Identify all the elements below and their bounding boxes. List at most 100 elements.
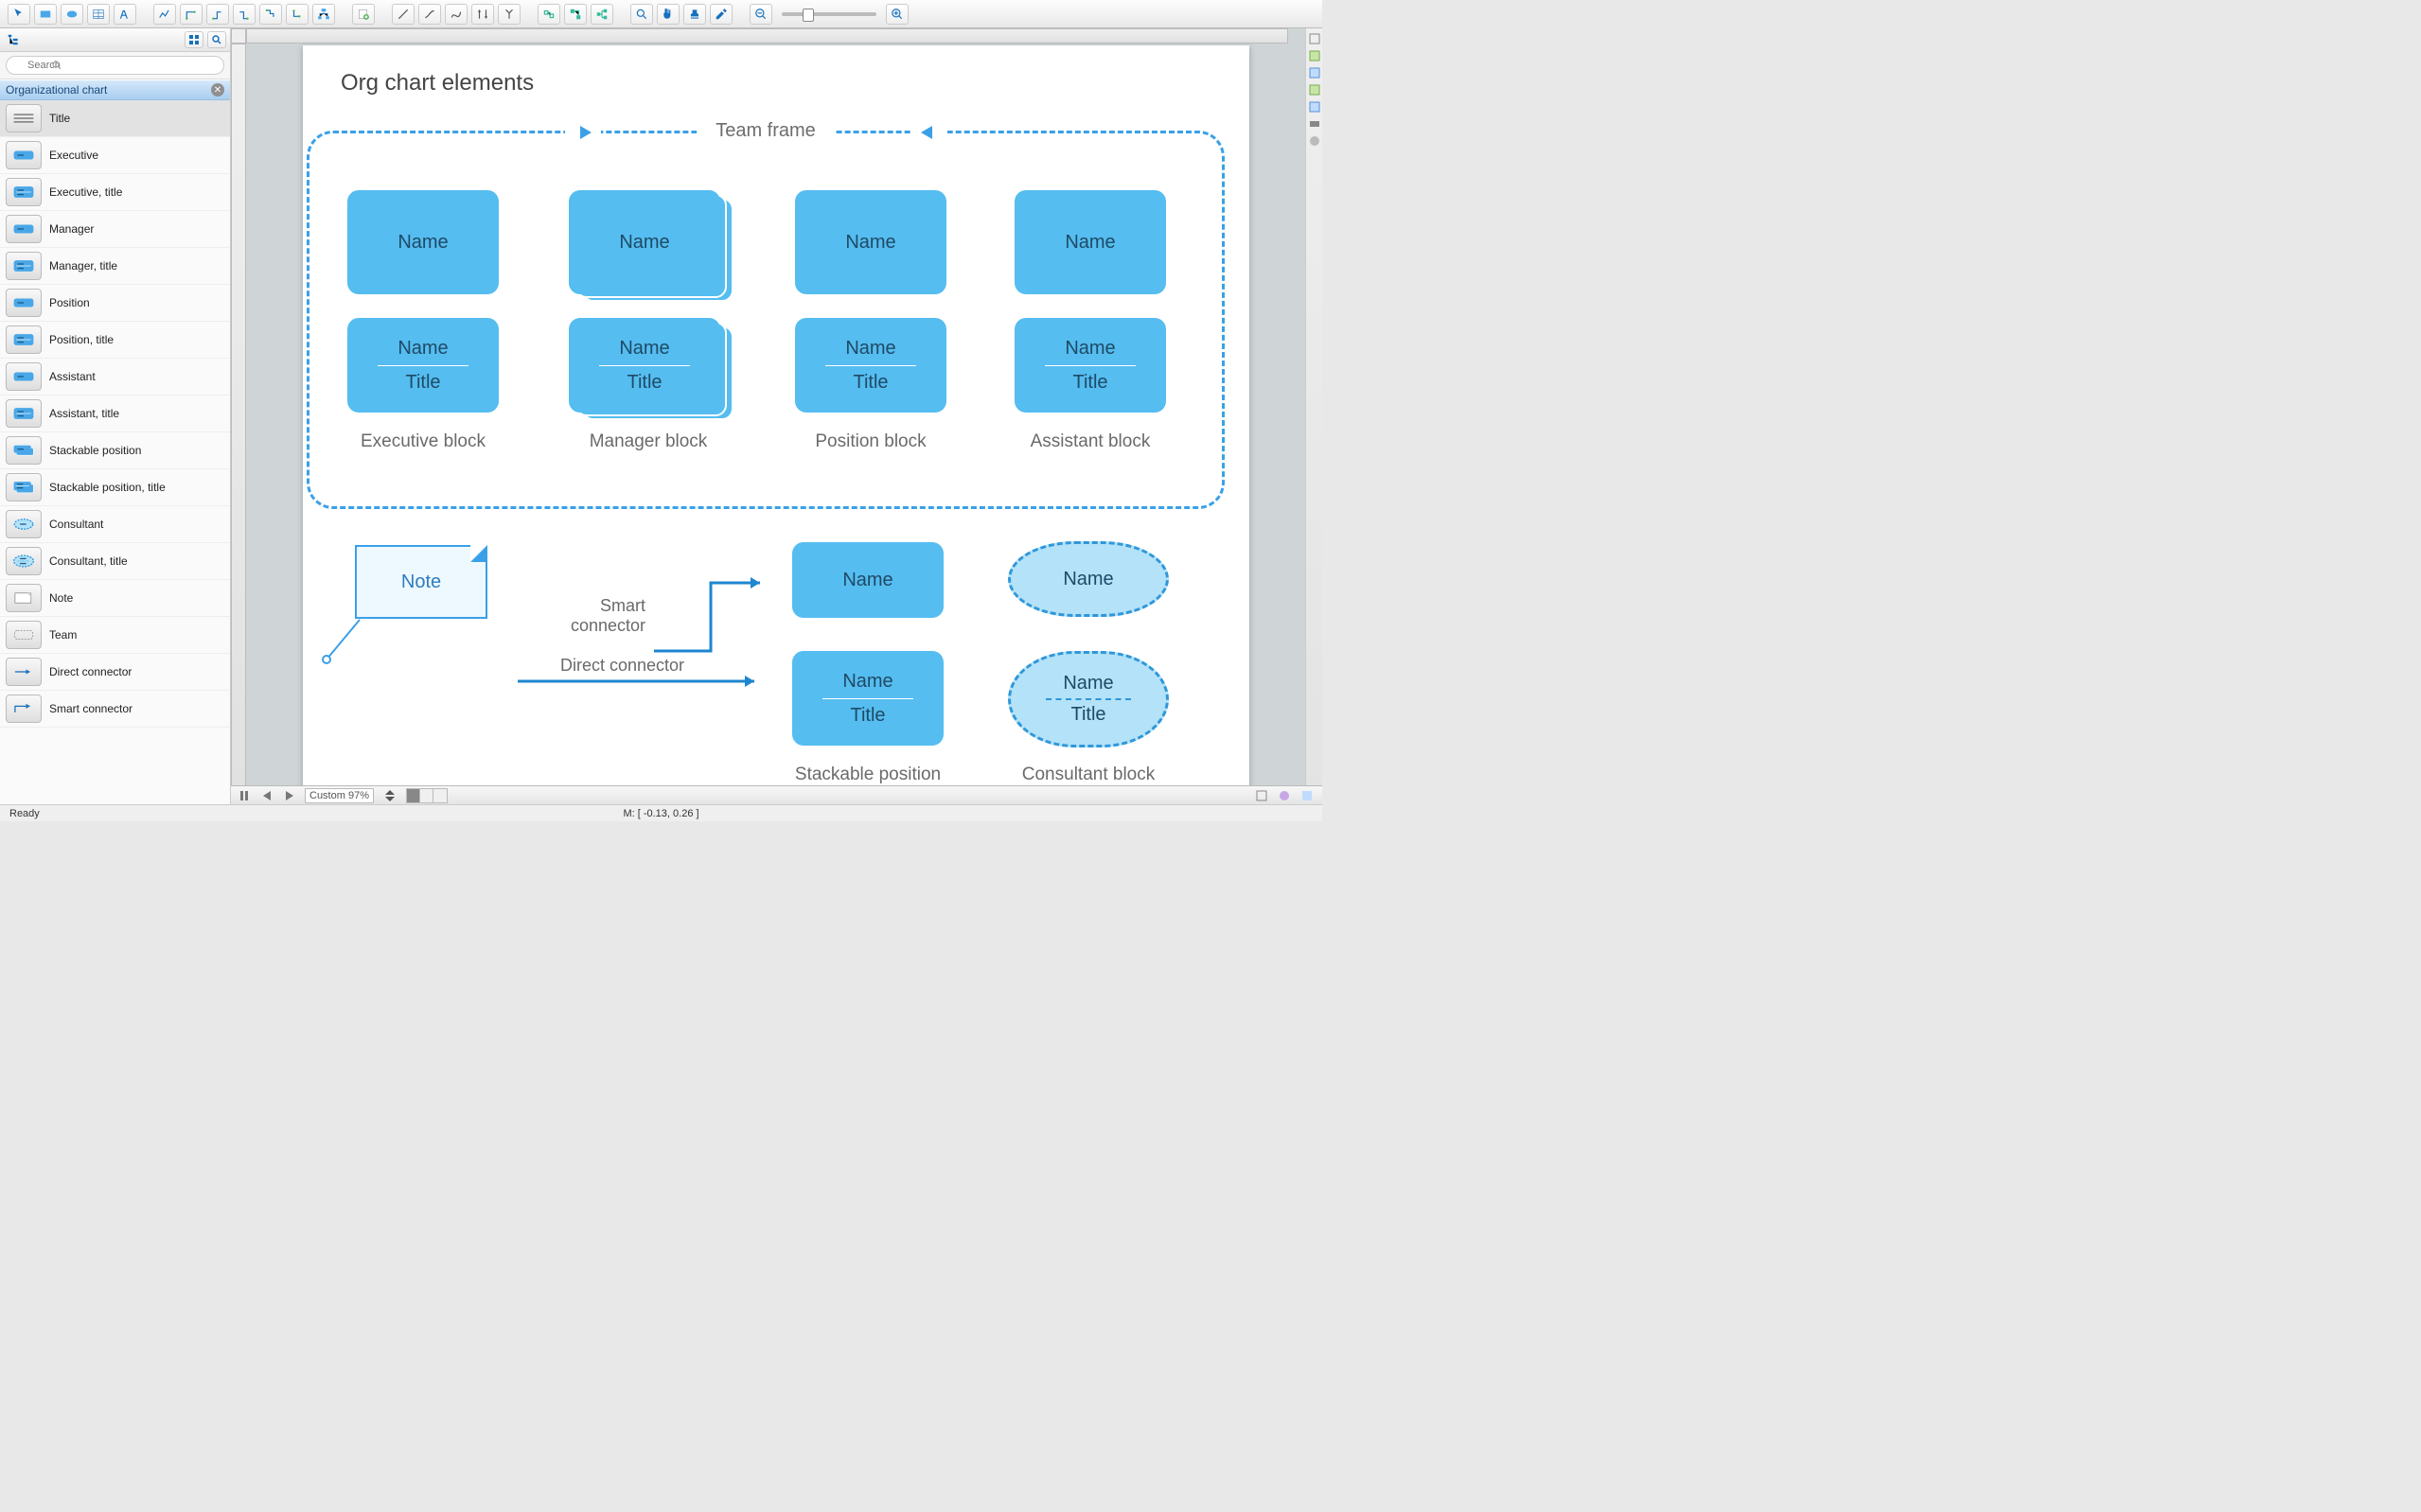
pause-icon[interactable] <box>237 789 252 802</box>
auto-layout-1[interactable] <box>538 4 560 25</box>
zoom-search-icon[interactable] <box>630 4 653 25</box>
executive-name-block[interactable]: Name <box>347 190 499 294</box>
stackable-name-block[interactable]: Name <box>792 542 944 618</box>
manager-title-shape-icon <box>6 252 42 280</box>
insert-page-tool[interactable] <box>352 4 375 25</box>
table-tool[interactable] <box>87 4 110 25</box>
pointer-tool[interactable] <box>8 4 30 25</box>
next-page-icon[interactable] <box>282 789 297 802</box>
lib-item-executive[interactable]: Executive <box>0 137 230 174</box>
consultant-title-shape-icon <box>6 547 42 575</box>
team-frame[interactable]: Team frame Name Name Name Name <box>307 131 1225 509</box>
polyline-tool[interactable] <box>153 4 176 25</box>
page-title: Org chart elements <box>341 70 534 97</box>
panel-toggle-2[interactable] <box>1308 49 1321 62</box>
assistant-name-block[interactable]: Name <box>1015 190 1166 294</box>
status-ready: Ready <box>9 808 40 819</box>
search-input-wrap <box>6 56 224 75</box>
horizontal-ruler <box>246 28 1288 44</box>
search-input[interactable] <box>6 56 224 75</box>
stamp-tool[interactable] <box>683 4 706 25</box>
text-tool[interactable] <box>114 4 136 25</box>
lib-item-position-title[interactable]: Position, title <box>0 322 230 359</box>
caption-consultant: Consultant block <box>1003 765 1174 785</box>
lib-item-consultant-title[interactable]: Consultant, title <box>0 543 230 580</box>
library-title: Organizational chart <box>6 83 107 97</box>
smart-connector-icon <box>6 694 42 723</box>
consultant-title-block[interactable]: Name Title <box>1008 651 1169 747</box>
connector-mode-2[interactable] <box>206 4 229 25</box>
position-title-block[interactable]: Name Title <box>795 318 946 413</box>
lib-item-assistant-title[interactable]: Assistant, title <box>0 396 230 432</box>
bb-icon-1[interactable] <box>1252 789 1271 802</box>
lib-item-executive-title[interactable]: Executive, title <box>0 174 230 211</box>
pan-tool[interactable] <box>657 4 680 25</box>
lib-item-manager[interactable]: Manager <box>0 211 230 248</box>
auto-layout-2[interactable] <box>564 4 587 25</box>
panel-toggle-5[interactable] <box>1308 100 1321 114</box>
library-header[interactable]: Organizational chart ✕ <box>0 79 230 100</box>
lib-item-smart-connector[interactable]: Smart connector <box>0 691 230 728</box>
canvas-area[interactable]: Org chart elements Team frame Name Name … <box>231 28 1305 804</box>
bezier-tool[interactable] <box>445 4 468 25</box>
eyedropper-tool[interactable] <box>710 4 733 25</box>
grid-view-icon[interactable] <box>185 31 203 48</box>
connector-mode-1[interactable] <box>180 4 203 25</box>
stackable-title-block[interactable]: Name Title <box>792 651 944 746</box>
lib-item-consultant[interactable]: Consultant <box>0 506 230 543</box>
panel-toggle-1[interactable] <box>1308 32 1321 45</box>
double-arrow-tool[interactable] <box>471 4 494 25</box>
prev-page-icon[interactable] <box>259 789 274 802</box>
bb-icon-2[interactable] <box>1275 789 1294 802</box>
lib-item-team[interactable]: Team <box>0 617 230 654</box>
shapes-sidebar: Organizational chart ✕ Title Executive E… <box>0 28 231 804</box>
lib-item-note[interactable]: Note <box>0 580 230 617</box>
zoom-out-button[interactable] <box>750 4 772 25</box>
zoom-stepper-icon[interactable] <box>381 789 398 802</box>
ellipse-tool[interactable] <box>61 4 83 25</box>
line-tool[interactable] <box>392 4 415 25</box>
consultant-name-block[interactable]: Name <box>1008 541 1169 617</box>
lib-item-assistant[interactable]: Assistant <box>0 359 230 396</box>
panel-toggle-7[interactable] <box>1308 134 1321 148</box>
caption-assistant: Assistant block <box>1005 431 1175 452</box>
executive-title-shape-icon <box>6 178 42 206</box>
spline-tool[interactable] <box>418 4 441 25</box>
rect-tool[interactable] <box>34 4 57 25</box>
tree-layout-tool[interactable] <box>312 4 335 25</box>
manager-title-block[interactable]: Name Title <box>569 318 720 413</box>
bb-icon-3[interactable] <box>1298 789 1317 802</box>
executive-title-block[interactable]: Name Title <box>347 318 499 413</box>
executive-shape-icon <box>6 141 42 169</box>
canvas-bottom-bar: Custom 97% <box>231 785 1322 804</box>
zoom-level-box[interactable]: Custom 97% <box>305 788 374 803</box>
lib-item-stackable[interactable]: Stackable position <box>0 432 230 469</box>
auto-layout-3[interactable] <box>591 4 613 25</box>
panel-toggle-4[interactable] <box>1308 83 1321 97</box>
connector-mode-3[interactable] <box>233 4 256 25</box>
search-icon <box>51 60 62 71</box>
close-library-icon[interactable]: ✕ <box>211 83 224 97</box>
panel-toggle-6[interactable] <box>1308 117 1321 131</box>
note-shape-icon <box>6 584 42 612</box>
smart-connector-label: Smart connector <box>532 596 645 636</box>
lib-item-stackable-title[interactable]: Stackable position, title <box>0 469 230 506</box>
drawing-page[interactable]: Org chart elements Team frame Name Name … <box>303 45 1249 804</box>
lib-item-title[interactable]: Title <box>0 100 230 137</box>
search-toggle-icon[interactable] <box>207 31 226 48</box>
view-mode-toggle[interactable] <box>406 788 448 803</box>
position-name-block[interactable]: Name <box>795 190 946 294</box>
tree-view-icon[interactable] <box>4 31 23 48</box>
connector-mode-4[interactable] <box>259 4 282 25</box>
zoom-in-button[interactable] <box>886 4 909 25</box>
assistant-title-block[interactable]: Name Title <box>1015 318 1166 413</box>
branch-tool[interactable] <box>498 4 521 25</box>
panel-toggle-3[interactable] <box>1308 66 1321 79</box>
connector-mode-5[interactable] <box>286 4 309 25</box>
note-shape[interactable]: Note <box>355 545 487 619</box>
manager-name-block[interactable]: Name <box>569 190 720 294</box>
zoom-slider[interactable] <box>782 12 876 16</box>
lib-item-manager-title[interactable]: Manager, title <box>0 248 230 285</box>
lib-item-position[interactable]: Position <box>0 285 230 322</box>
lib-item-direct-connector[interactable]: Direct connector <box>0 654 230 691</box>
